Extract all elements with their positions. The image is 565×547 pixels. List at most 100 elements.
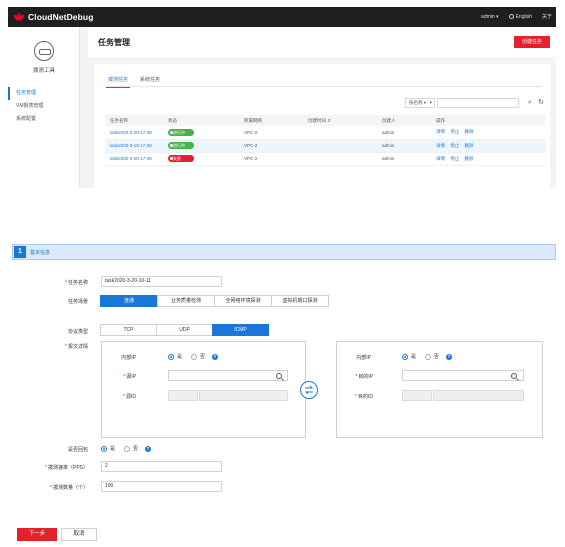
- dest-ip-label: *目的IP: [355, 374, 373, 380]
- source-ip-input[interactable]: [168, 370, 288, 381]
- created-cell: [304, 126, 378, 140]
- radio-no[interactable]: [425, 353, 432, 360]
- radio-no-label: 否: [133, 446, 139, 452]
- section-header: 1 基本信息: [12, 244, 556, 260]
- created-cell: [304, 139, 378, 153]
- stop-link[interactable]: 停止: [450, 129, 459, 134]
- search-icon[interactable]: [276, 373, 282, 379]
- radio-yes-label: 是: [110, 446, 116, 452]
- radio-yes-label: 是: [177, 354, 183, 360]
- rate-label: *拨测速率（PPS）: [45, 465, 88, 471]
- scenario-connectivity[interactable]: 连通: [100, 295, 158, 307]
- task-name-label: *任务名称: [65, 280, 88, 286]
- user-menu[interactable]: admin ▾: [481, 14, 499, 20]
- detail-link[interactable]: 详情: [436, 129, 445, 134]
- column-header[interactable]: 创建时间 ⇕: [304, 115, 378, 126]
- sidebar-menu: 任务管理 VM报表管理 系统配置: [8, 87, 80, 126]
- radio-no[interactable]: [124, 445, 131, 452]
- sidebar-item-vm-report[interactable]: VM报表管理: [8, 100, 80, 113]
- scenario-label: 任务场景: [67, 299, 88, 305]
- probe-tool-icon: [34, 41, 54, 61]
- task-panel: 拨测任务 系统任务 按名称 ▾ ⌕ ↻ 任务名称 状态 所属网络 创建时间 ⇕ …: [94, 64, 550, 188]
- protocol-label: 协议类型: [67, 329, 88, 335]
- sidebar: 拨测工具 任务管理 VM报表管理 系统配置: [8, 27, 80, 188]
- search-icon[interactable]: [511, 373, 517, 379]
- return-packet-label: 是否回包: [67, 447, 88, 453]
- radio-yes[interactable]: [168, 353, 174, 360]
- column-header: 任务名称: [106, 115, 164, 126]
- search-icon[interactable]: ⌕: [525, 98, 535, 108]
- dest-ip-input[interactable]: [402, 370, 524, 381]
- refresh-icon[interactable]: ↻: [536, 98, 546, 108]
- count-label: *拨测数量（个）: [50, 485, 88, 491]
- radio-yes-label: 是: [411, 354, 417, 360]
- filter-search-input[interactable]: [437, 98, 519, 108]
- column-header: 操作: [432, 115, 546, 126]
- stop-link[interactable]: 停止: [450, 143, 459, 148]
- return-packet-radio: 是 否 ?: [101, 445, 152, 452]
- detail-link[interactable]: 详情: [436, 143, 445, 148]
- section-title: 基本信息: [30, 250, 51, 256]
- task-management-window: CloudNetDebug admin ▾ English 关于 拨测工具 任务…: [8, 7, 556, 188]
- column-header: 所属网络: [240, 115, 304, 126]
- delete-link[interactable]: 删除: [465, 156, 474, 161]
- help-icon[interactable]: ?: [446, 353, 453, 360]
- dest-inner-ip-label: 内部IP: [356, 355, 371, 361]
- created-cell: [304, 152, 378, 166]
- globe-icon: [508, 13, 514, 19]
- brand-name: CloudNetDebug: [28, 12, 94, 22]
- rate-input[interactable]: 2: [101, 461, 222, 472]
- delete-link[interactable]: 删除: [465, 143, 474, 148]
- task-name-link[interactable]: task2020-3-20-17-38: [110, 156, 152, 161]
- dest-id-label: *目的ID: [355, 394, 373, 400]
- scenario-vm-port[interactable]: 虚拟机端口探测: [271, 295, 329, 307]
- scenario-selector: 连通 业务质量检测 全网络环境探测 虚拟机端口探测: [100, 295, 329, 307]
- protocol-icmp[interactable]: ICMP: [212, 324, 269, 336]
- protocol-udp[interactable]: UDP: [156, 324, 213, 336]
- radio-no[interactable]: [191, 353, 198, 360]
- stop-link[interactable]: 停止: [450, 156, 459, 161]
- scenario-service-quality[interactable]: 业务质量检测: [157, 295, 215, 307]
- help-icon[interactable]: ?: [212, 353, 219, 360]
- language-label: English: [515, 13, 532, 20]
- ops-cell: 详情 停止 删除: [432, 126, 546, 140]
- next-button[interactable]: 下一步: [17, 528, 57, 541]
- about-link[interactable]: 关于: [542, 13, 552, 20]
- radio-yes[interactable]: [402, 353, 408, 360]
- protocol-tcp[interactable]: TCP: [100, 324, 157, 336]
- section-number: 1: [14, 246, 26, 258]
- network-cell: VPC-2: [240, 152, 304, 166]
- source-id-label: *源ID: [123, 394, 136, 400]
- language-switch[interactable]: English: [508, 13, 532, 20]
- source-id-prefix: [168, 390, 198, 401]
- create-task-button[interactable]: 创建任务: [514, 36, 550, 48]
- dest-inner-ip-radio: 是 否 ?: [402, 353, 453, 360]
- task-name-link[interactable]: task2020-3-20-17-38: [110, 130, 152, 135]
- brand[interactable]: CloudNetDebug: [12, 12, 94, 22]
- detail-link[interactable]: 详情: [436, 156, 445, 161]
- radio-yes[interactable]: [101, 445, 107, 452]
- scenario-full-network[interactable]: 全网络环境探测: [214, 295, 272, 307]
- main-content: 任务管理 创建任务 拨测任务 系统任务 按名称 ▾ ⌕ ↻ 任务名称 状态 所属…: [88, 27, 556, 188]
- task-name-input[interactable]: task2020-3-20-10-11: [101, 276, 222, 287]
- delete-link[interactable]: 删除: [465, 129, 474, 134]
- top-bar: CloudNetDebug admin ▾ English 关于: [8, 7, 556, 27]
- help-icon[interactable]: ?: [145, 445, 152, 452]
- filter-select[interactable]: 按名称 ▾: [405, 98, 435, 108]
- source-inner-ip-label: 内部IP: [121, 355, 136, 361]
- column-header: 创建人: [378, 115, 432, 126]
- sidebar-item-task-management[interactable]: 任务管理: [8, 87, 80, 100]
- creator-cell: admin: [378, 139, 432, 153]
- count-input[interactable]: 100: [101, 481, 222, 492]
- sidebar-item-system-config[interactable]: 系统配置: [8, 113, 80, 126]
- table-row: task2020-3-20-17-38 失败 VPC-2 admin 详情 停止…: [106, 152, 546, 166]
- packet-detail-label: *报文详情: [65, 344, 88, 350]
- creator-cell: admin: [378, 152, 432, 166]
- network-cell: VPC-2: [240, 126, 304, 140]
- task-name-link[interactable]: task2020-3-19-17-38: [110, 143, 152, 148]
- cancel-button[interactable]: 取消: [61, 528, 97, 541]
- column-header: 状态: [164, 115, 240, 126]
- ops-cell: 详情 停止 删除: [432, 139, 546, 153]
- brand-logo-icon: [12, 13, 26, 22]
- radio-no-label: 否: [200, 354, 206, 360]
